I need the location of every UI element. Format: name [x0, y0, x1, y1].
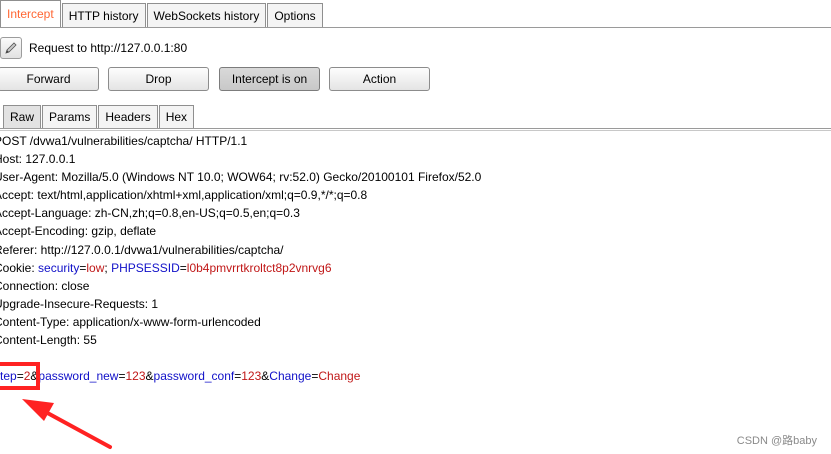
watermark: CSDN @路baby: [736, 435, 817, 447]
annotation-arrow-icon: [22, 399, 112, 449]
